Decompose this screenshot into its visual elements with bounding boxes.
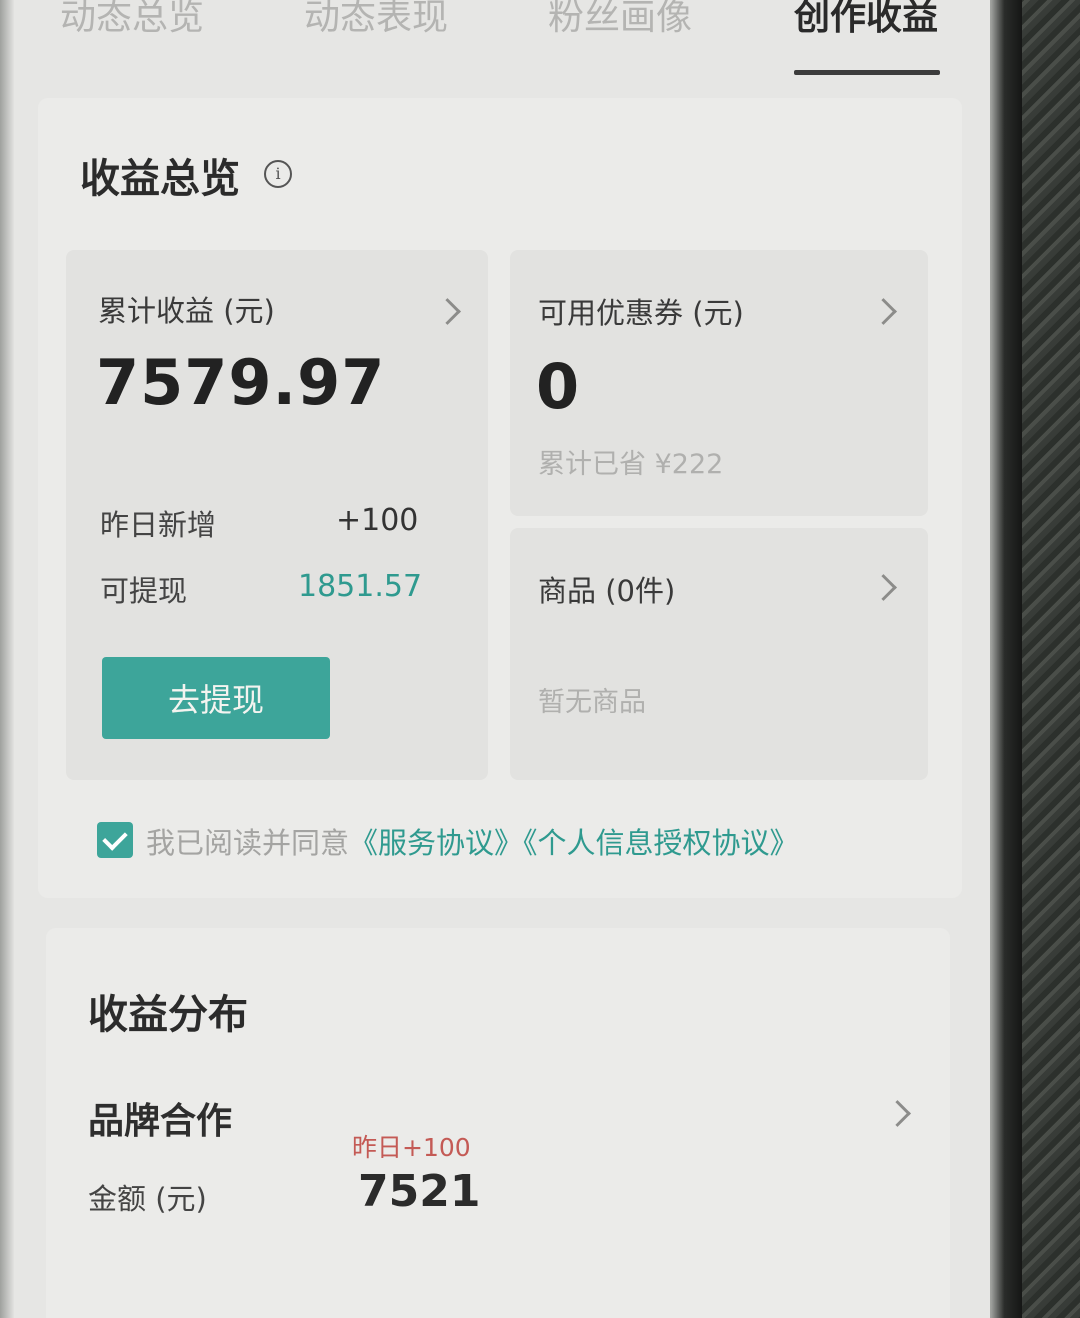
total-earnings-label: 累计收益 (元) — [98, 294, 275, 328]
withdraw-button[interactable]: 去提现 — [102, 657, 330, 739]
info-icon[interactable]: i — [264, 160, 292, 188]
withdrawable-label: 可提现 — [100, 574, 188, 608]
tab-dynamic-overview[interactable]: 动态总览 — [60, 0, 204, 40]
privacy-agreement-link[interactable]: 《个人信息授权协议》 — [523, 826, 799, 860]
service-agreement-link[interactable]: 《服务协议》 — [349, 826, 523, 860]
brand-yesterday-text: 昨日+100 — [352, 1133, 471, 1162]
withdrawable-value: 1851.57 — [298, 569, 423, 604]
overview-title: 收益总览 — [80, 156, 240, 202]
active-tab-indicator — [794, 70, 940, 75]
tab-fan-profile[interactable]: 粉丝画像 — [548, 0, 692, 40]
agreement-prefix: 我已阅读并同意 — [146, 826, 350, 860]
agreement-checkbox[interactable] — [97, 822, 133, 858]
coupon-label: 可用优惠券 (元) — [538, 296, 744, 330]
tab-dynamic-performance[interactable]: 动态表现 — [304, 0, 448, 40]
tab-creation-earnings[interactable]: 创作收益 — [794, 0, 938, 40]
goods-empty-text: 暂无商品 — [538, 687, 646, 718]
background-carpet — [1016, 0, 1080, 1318]
tab-bar: 动态总览 动态表现 粉丝画像 创作收益 — [0, 0, 990, 80]
goods-label: 商品 (0件) — [538, 574, 676, 608]
coupon-value: 0 — [536, 350, 581, 423]
total-earnings-value: 7579.97 — [96, 346, 386, 419]
brand-cooperation-title: 品牌合作 — [88, 1101, 233, 1142]
brand-amount-value: 7521 — [358, 1166, 481, 1217]
yesterday-new-value: +100 — [336, 503, 419, 538]
yesterday-new-label: 昨日新增 — [100, 508, 217, 542]
coupon-saved-text: 累计已省 ¥222 — [538, 449, 724, 480]
goods-box — [510, 528, 928, 780]
phone-screen: 动态总览 动态表现 粉丝画像 创作收益 收益总览 i 累计收益 (元) 7579… — [0, 0, 990, 1318]
distribution-title: 收益分布 — [88, 992, 248, 1038]
agreement-text: 我已阅读并同意《服务协议》《个人信息授权协议》 — [146, 820, 799, 862]
brand-amount-label: 金额 (元) — [88, 1182, 207, 1216]
